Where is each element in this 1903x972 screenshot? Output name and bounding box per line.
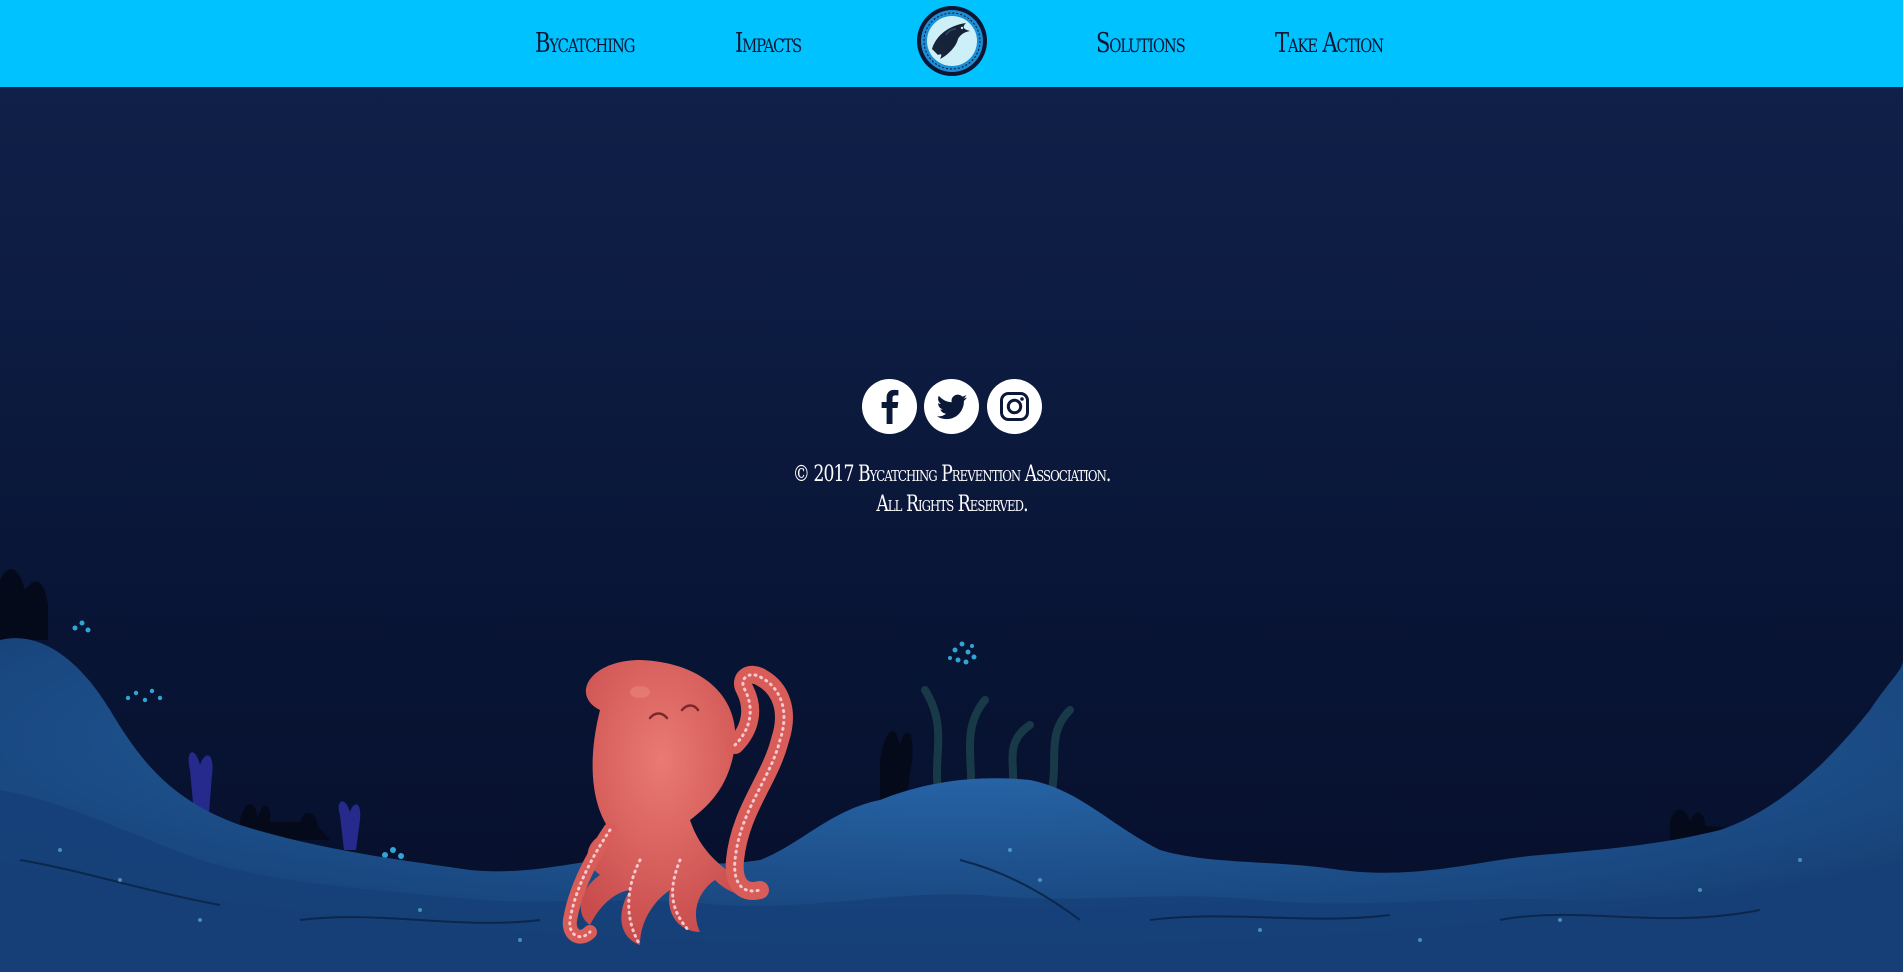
page: Bycatching Impacts Solutions Take Action bbox=[0, 0, 1903, 972]
copyright-line-1: © 2017 Bycatching Prevention Association… bbox=[792, 462, 1112, 487]
twitter-icon[interactable] bbox=[924, 379, 979, 434]
instagram-icon[interactable] bbox=[987, 379, 1042, 434]
dolphin-logo-icon[interactable] bbox=[916, 5, 988, 77]
nav-link-solutions[interactable]: Solutions bbox=[1096, 22, 1186, 66]
nav-link-impacts[interactable]: Impacts bbox=[735, 22, 802, 66]
top-nav-bar: Bycatching Impacts Solutions Take Action bbox=[0, 0, 1903, 87]
nav-link-take-action[interactable]: Take Action bbox=[1275, 22, 1384, 66]
nav-link-bycatching[interactable]: Bycatching bbox=[535, 22, 636, 66]
seabed-illustration bbox=[0, 569, 1903, 972]
copyright-line-2: All Rights Reserved. bbox=[875, 492, 1028, 517]
facebook-icon[interactable] bbox=[862, 379, 917, 434]
